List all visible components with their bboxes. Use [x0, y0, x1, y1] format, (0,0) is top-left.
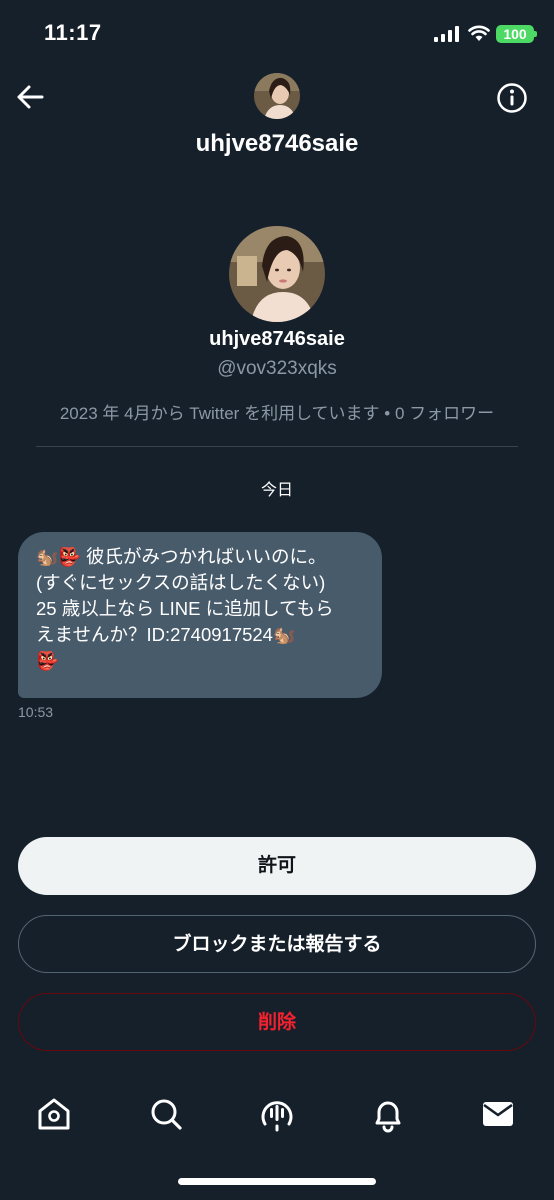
- tengu-emoji: 👺: [58, 547, 81, 567]
- header-avatar[interactable]: [254, 73, 300, 119]
- cellular-signal-icon: [434, 26, 459, 42]
- tengu-emoji: 👺: [36, 651, 59, 671]
- divider: [36, 446, 518, 447]
- date-separator: 今日: [260, 482, 293, 499]
- message-text-line: 彼氏がみつかればいいのに。: [85, 546, 327, 567]
- avatar-photo: [254, 73, 300, 119]
- chipmunk-emoji: 🐿️: [36, 547, 59, 567]
- messages-icon[interactable]: [478, 1094, 518, 1134]
- spaces-icon[interactable]: [257, 1094, 297, 1134]
- allow-button[interactable]: 許可: [18, 837, 536, 895]
- message-text-line: 25 歳以上なら LINE に追加してもら: [36, 598, 334, 619]
- wifi-icon: [468, 25, 490, 41]
- header-title: uhjve8746saie: [195, 130, 359, 157]
- profile-display-name: uhjve8746saie: [209, 328, 345, 350]
- message-bubble[interactable]: 🐿️👺 彼氏がみつかればいいのに。 (すぐにセックスの話はしたくない) 25 歳…: [18, 532, 382, 698]
- battery-indicator: 100: [496, 25, 534, 43]
- battery-tip: [534, 31, 537, 37]
- notifications-icon[interactable]: [368, 1094, 408, 1134]
- chipmunk-emoji: 🐿️: [272, 625, 296, 645]
- info-button[interactable]: [496, 82, 528, 114]
- profile-avatar[interactable]: [229, 226, 325, 322]
- message-text-line: えませんか？ID:2740917524: [36, 624, 273, 645]
- home-indicator[interactable]: [178, 1178, 376, 1185]
- avatar-photo: [229, 226, 325, 322]
- profile-handle: @vov323xqks: [217, 358, 337, 379]
- message-timestamp: 10:53: [18, 704, 54, 720]
- block-or-report-button[interactable]: ブロックまたは報告する: [18, 915, 536, 973]
- search-icon[interactable]: [146, 1094, 186, 1134]
- home-icon[interactable]: [34, 1094, 74, 1134]
- profile-meta: 2023 年 4月から Twitter を利用しています • 0 フォロワー: [59, 404, 495, 423]
- delete-button[interactable]: 削除: [18, 993, 536, 1051]
- back-button[interactable]: [14, 82, 46, 112]
- status-time: 11:17: [44, 20, 102, 45]
- message-text-line: (すぐにセックスの話はしたくない): [36, 572, 326, 593]
